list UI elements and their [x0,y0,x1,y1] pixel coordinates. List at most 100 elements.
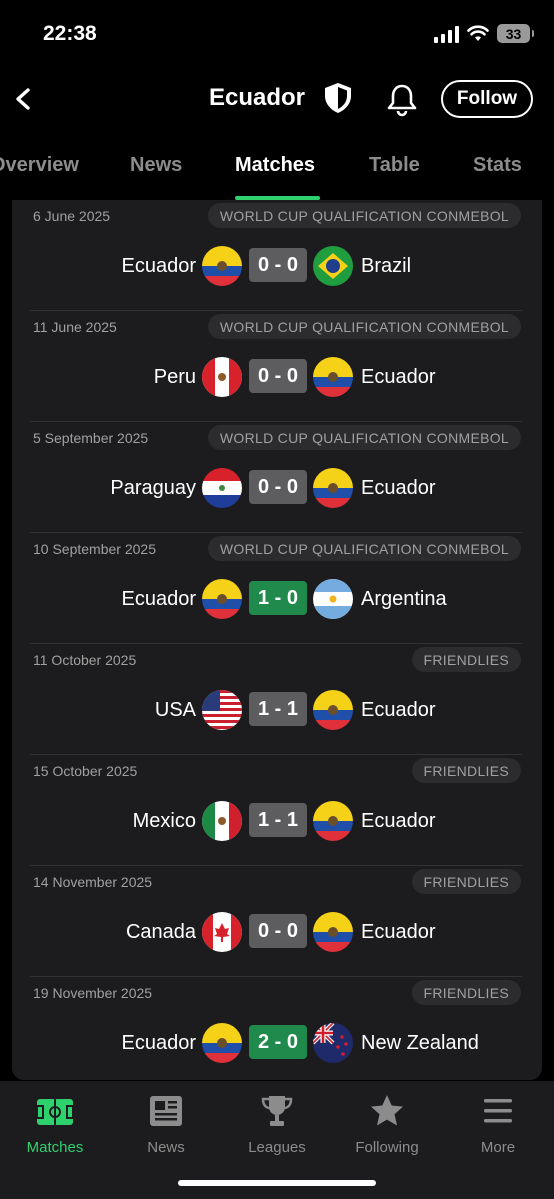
match-score: 0 - 0 [249,248,307,282]
cellular-signal-icon [434,25,459,43]
away-team: Ecuador [361,699,436,721]
competition-badge: FRIENDLIES [411,869,521,894]
home-team: Ecuador [121,255,197,277]
competition-badge: WORLD CUP QUALIFICATION CONMEBOL [207,314,521,339]
nav-label: Leagues [248,1139,306,1156]
usa-flag-icon [202,690,242,730]
paraguay-flag-icon [202,468,242,508]
match-date: 19 November 2025 [33,985,153,1001]
trophy-icon [261,1096,293,1126]
away-team: Ecuador [361,921,436,943]
home-indicator[interactable] [178,1180,376,1186]
match-score: 0 - 0 [249,470,307,504]
nav-label: News [147,1139,185,1156]
match-score: 1 - 0 [249,581,307,615]
nav-label: More [480,1139,516,1156]
match-score: 0 - 0 [249,914,307,948]
match-score: 1 - 1 [249,803,307,837]
match-date: 5 September 2025 [33,430,149,446]
tab-overview[interactable]: Overview [0,154,79,177]
home-team: Peru [153,366,196,388]
status-bar: 22:38 33 [0,0,554,70]
match-row[interactable]: 10 September 2025 WORLD CUP QUALIFICATIO… [12,533,542,644]
nav-label: Following [355,1139,419,1156]
pitch-icon [36,1099,74,1125]
match-score: 2 - 0 [249,1025,307,1059]
tab-table[interactable]: Table [369,154,420,177]
tab-news[interactable]: News [130,154,182,177]
back-button[interactable] [8,80,42,118]
competition-badge: WORLD CUP QUALIFICATION CONMEBOL [207,536,521,561]
ecuador-flag-icon [313,357,353,397]
ecuador-flag-icon [313,690,353,730]
ecuador-flag-icon [313,912,353,952]
competition-badge: FRIENDLIES [411,758,521,783]
nav-more[interactable]: More [443,1089,553,1159]
ecuador-flag-icon [202,1023,242,1063]
nav-label: Matches [26,1139,84,1156]
ecuador-flag-icon [202,246,242,286]
match-date: 15 October 2025 [33,763,138,779]
battery-icon: 33 [497,24,534,43]
wifi-icon [467,25,489,41]
newspaper-icon [150,1096,182,1126]
match-date: 6 June 2025 [33,208,111,224]
home-team: Mexico [132,810,196,832]
competition-badge: FRIENDLIES [411,647,521,672]
nav-leagues[interactable]: Leagues [222,1089,332,1159]
bell-icon [387,84,417,117]
tab-matches[interactable]: Matches [235,154,315,177]
match-row[interactable]: 14 November 2025 FRIENDLIES Canada 0 - 0… [12,866,542,977]
notifications-button[interactable] [384,81,420,117]
away-team: Argentina [361,588,447,610]
nav-news[interactable]: News [111,1089,221,1159]
away-team: New Zealand [361,1032,479,1054]
argentina-flag-icon [313,579,353,619]
away-team: Brazil [361,255,412,277]
new-zealand-flag-icon [313,1023,353,1063]
match-date: 11 October 2025 [33,652,137,668]
competition-badge: WORLD CUP QUALIFICATION CONMEBOL [207,425,521,450]
match-row[interactable]: 11 June 2025 WORLD CUP QUALIFICATION CON… [12,311,542,422]
match-date: 10 September 2025 [33,541,156,557]
status-icons: 33 [434,24,534,43]
menu-icon [484,1099,512,1123]
tab-stats[interactable]: Stats [473,154,522,177]
match-date: 14 November 2025 [33,874,153,890]
mexico-flag-icon [202,801,242,841]
home-team: Ecuador [121,588,197,610]
chevron-left-icon [16,88,30,110]
header: Ecuador Follow [0,70,554,130]
nav-matches[interactable]: Matches [0,1089,110,1159]
home-team: Ecuador [121,1032,197,1054]
away-team: Ecuador [361,366,436,388]
match-row[interactable]: 19 November 2025 FRIENDLIES Ecuador 2 - … [12,977,542,1080]
shield-icon [325,83,351,113]
status-time: 22:38 [43,22,97,45]
follow-button[interactable]: Follow [441,80,533,118]
match-row[interactable]: 15 October 2025 FRIENDLIES Mexico 1 - 1 … [12,755,542,866]
away-team: Ecuador [361,477,436,499]
nav-following[interactable]: Following [332,1089,442,1159]
canada-flag-icon [202,912,242,952]
star-icon [371,1095,403,1126]
peru-flag-icon [202,357,242,397]
home-team: Canada [125,921,196,943]
brazil-flag-icon [313,246,353,286]
ecuador-flag-icon [313,468,353,508]
page-title: Ecuador [209,84,306,111]
tab-bar: Overview News Matches Table Stats [0,140,554,204]
competition-badge: WORLD CUP QUALIFICATION CONMEBOL [207,203,521,228]
match-row[interactable]: 6 June 2025 WORLD CUP QUALIFICATION CONM… [12,200,542,311]
match-score: 0 - 0 [249,359,307,393]
match-date: 11 June 2025 [33,319,117,335]
match-row[interactable]: 5 September 2025 WORLD CUP QUALIFICATION… [12,422,542,533]
team-badge-button[interactable] [321,81,355,115]
home-team: Paraguay [110,477,196,499]
match-row[interactable]: 11 October 2025 FRIENDLIES USA 1 - 1 Ecu… [12,644,542,755]
competition-badge: FRIENDLIES [411,980,521,1005]
home-team: USA [154,699,196,721]
ecuador-flag-icon [313,801,353,841]
match-score: 1 - 1 [249,692,307,726]
match-list: 6 June 2025 WORLD CUP QUALIFICATION CONM… [12,200,542,1080]
